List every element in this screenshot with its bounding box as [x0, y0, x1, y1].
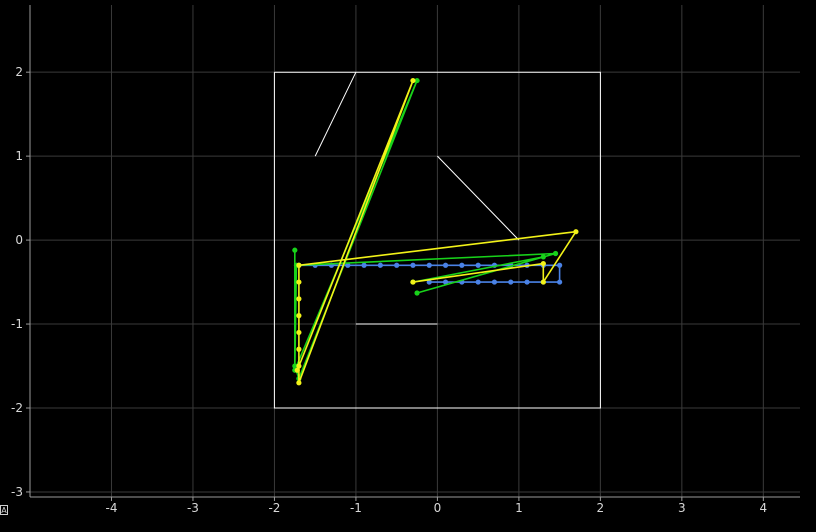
data-point: [573, 229, 579, 235]
data-point: [294, 367, 300, 373]
x-tick-label: 3: [678, 501, 686, 515]
data-point: [491, 279, 498, 285]
data-point: [540, 260, 546, 267]
x-tick-label: -2: [268, 501, 280, 515]
data-point: [557, 279, 563, 285]
data-point: [296, 313, 302, 319]
data-point: [296, 380, 302, 386]
y-tick-label: -2: [11, 401, 23, 415]
x-tick-label: 0: [434, 501, 442, 515]
corner-toggle-button[interactable]: A: [0, 505, 8, 515]
tick-labels: -4 -3 -2 -1 0 1 2 3 4 -3 -2 -1 0 1 2: [11, 65, 767, 515]
data-point: [552, 250, 559, 257]
series-line: [314, 71, 357, 157]
data-point: [377, 262, 383, 268]
data-point: [540, 254, 546, 260]
data-point: [508, 279, 514, 285]
data-point: [414, 290, 420, 296]
y-tick-label: 1: [15, 149, 23, 163]
data-point: [540, 279, 546, 285]
data-point: [296, 296, 302, 302]
data-point: [292, 247, 298, 253]
x-tick-label: -1: [350, 501, 362, 515]
data-point: [394, 262, 400, 268]
series-line: [293, 79, 557, 380]
data-point: [410, 279, 416, 285]
series-3: [294, 77, 579, 386]
x-tick-label: 2: [597, 501, 605, 515]
chart-plot: -4 -3 -2 -1 0 1 2 3 4 -3 -2 -1 0 1 2: [11, 5, 800, 515]
y-tick-label: -1: [11, 317, 23, 331]
data-point: [557, 262, 563, 268]
data-point: [296, 329, 302, 336]
data-point: [475, 262, 481, 268]
data-point: [459, 262, 465, 268]
x-tick-label: -4: [105, 501, 117, 515]
data-point: [410, 262, 416, 268]
data-point: [296, 346, 302, 352]
x-tick-label: -3: [187, 501, 199, 515]
data-point: [361, 262, 367, 268]
data-point: [475, 279, 481, 285]
x-tick-label: 4: [760, 501, 768, 515]
series-line: [437, 155, 520, 241]
data-point: [442, 262, 449, 268]
data-point: [296, 279, 302, 285]
y-tick-label: 2: [15, 65, 23, 79]
data-point: [410, 77, 416, 84]
x-tick-label: 1: [515, 501, 523, 515]
series-line: [296, 79, 577, 384]
data-point: [524, 279, 530, 285]
series-2: [292, 77, 559, 382]
data-point: [296, 262, 302, 268]
y-tick-label: 0: [15, 233, 23, 247]
y-tick-label: -3: [11, 485, 23, 499]
data-point: [426, 262, 432, 268]
